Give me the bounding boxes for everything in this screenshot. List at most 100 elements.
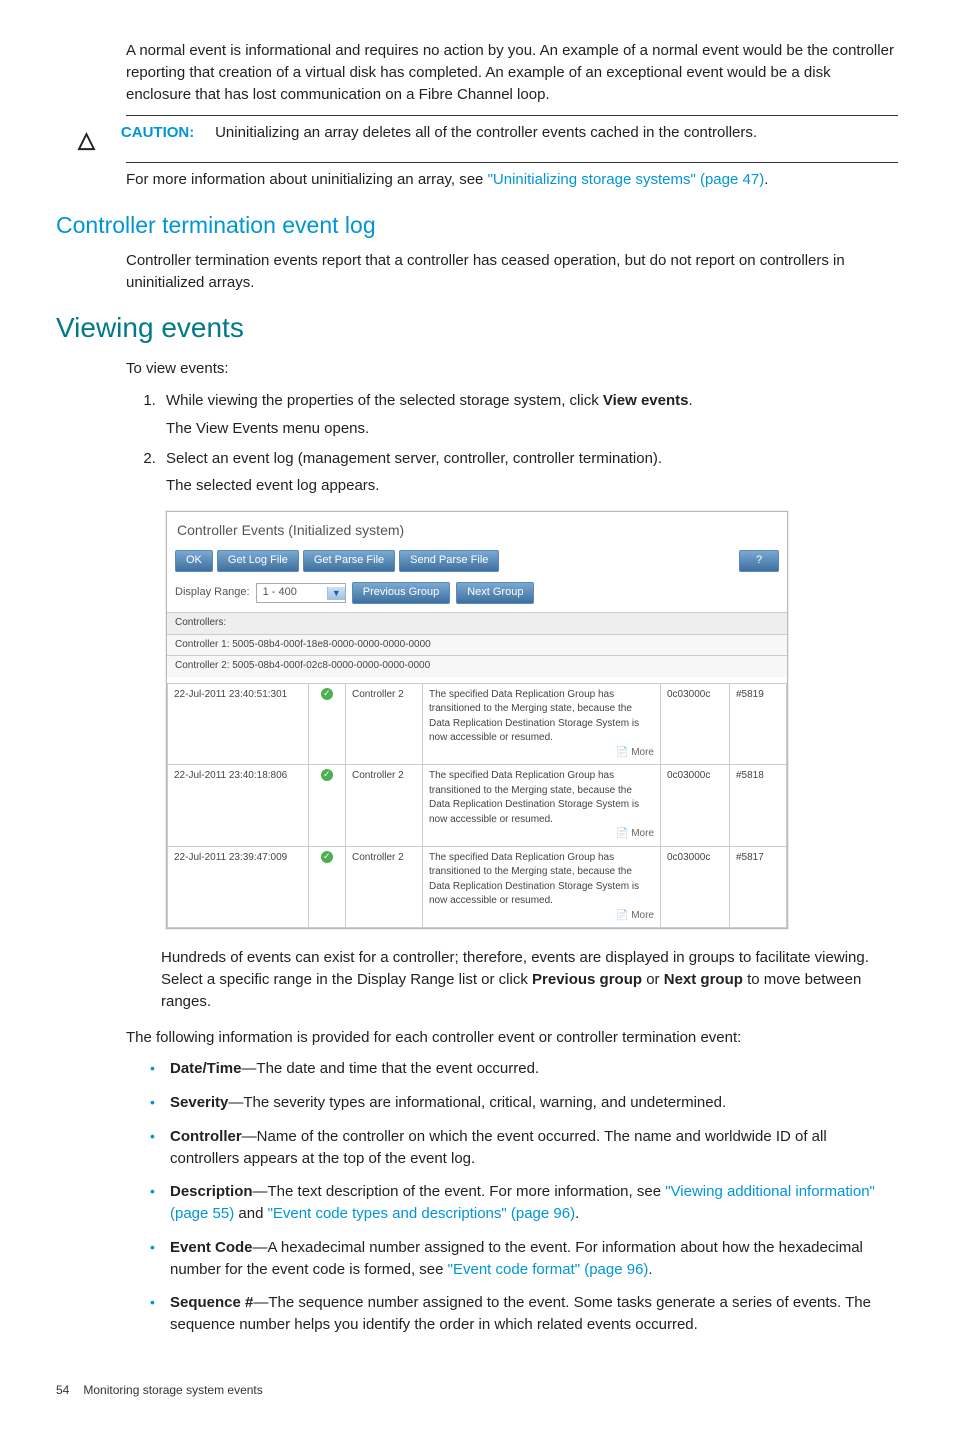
heading-controller-termination-event-log: Controller termination event log <box>56 209 898 242</box>
viewing-lead: To view events: <box>126 358 898 380</box>
chevron-down-icon: ▼ <box>327 587 345 600</box>
text: . <box>648 1261 652 1278</box>
divider <box>126 162 898 163</box>
get-log-file-button[interactable]: Get Log File <box>217 550 299 572</box>
cell-code: 0c03000c <box>661 846 730 928</box>
ok-icon <box>321 688 333 700</box>
step-1: While viewing the properties of the sele… <box>160 390 898 440</box>
next-group-button[interactable]: Next Group <box>456 582 534 604</box>
after-shot-paragraph-1: Hundreds of events can exist for a contr… <box>161 947 898 1012</box>
caution-block: △ CAUTION: Uninitializing an array delet… <box>78 122 898 156</box>
cell-description: The specified Data Replication Group has… <box>423 846 661 928</box>
cell-status <box>309 765 346 847</box>
field-label: Description <box>170 1183 253 1200</box>
ok-button[interactable]: OK <box>175 550 213 572</box>
table-row: 22-Jul-2011 23:40:18:806 Controller 2 Th… <box>168 765 787 847</box>
cell-code: 0c03000c <box>661 765 730 847</box>
ctel-paragraph: Controller termination events report tha… <box>126 250 898 294</box>
table-row: 22-Jul-2011 23:40:51:301 Controller 2 Th… <box>168 683 787 765</box>
cell-status <box>309 846 346 928</box>
list-item: Event Code—A hexadecimal number assigned… <box>146 1237 898 1281</box>
field-text: —The text description of the event. For … <box>253 1183 666 1200</box>
step-2: Select an event log (management server, … <box>160 448 898 498</box>
text: More <box>631 910 654 921</box>
more-link[interactable]: 📄 More <box>429 746 654 761</box>
more-link[interactable]: 📄 More <box>429 827 654 842</box>
caution-icon: △ <box>78 124 95 156</box>
field-label: Date/Time <box>170 1060 241 1077</box>
caution-text: Uninitializing an array deletes all of t… <box>215 124 757 141</box>
events-table: 22-Jul-2011 23:40:51:301 Controller 2 Th… <box>167 683 787 929</box>
cell-controller: Controller 2 <box>346 683 423 765</box>
cell-controller: Controller 2 <box>346 765 423 847</box>
text: or <box>642 971 664 988</box>
field-text: —The severity types are informational, c… <box>228 1094 726 1111</box>
send-parse-file-button[interactable]: Send Parse File <box>399 550 499 572</box>
ok-icon <box>321 851 333 863</box>
cell-seq: #5819 <box>730 683 787 765</box>
event-code-format-link[interactable]: "Event code format" (page 96) <box>448 1261 649 1278</box>
display-range-select[interactable]: 1 - 400 ▼ <box>256 583 346 603</box>
footer-title: Monitoring storage system events <box>83 1383 262 1397</box>
ok-icon <box>321 769 333 781</box>
list-item: Date/Time—The date and time that the eve… <box>146 1058 898 1080</box>
field-label: Controller <box>170 1128 242 1145</box>
cell-timestamp: 22-Jul-2011 23:40:51:301 <box>168 683 309 765</box>
divider <box>126 115 898 116</box>
text: . <box>688 392 692 409</box>
field-text: —The date and time that the event occurr… <box>241 1060 539 1077</box>
cell-seq: #5818 <box>730 765 787 847</box>
display-range-label: Display Range: <box>175 585 250 601</box>
controller-1-row: Controller 1: 5005-08b4-000f-18e8-0000-0… <box>167 634 787 656</box>
display-range-row: Display Range: 1 - 400 ▼ Previous Group … <box>167 578 787 612</box>
after-shot-paragraph-2: The following information is provided fo… <box>126 1027 898 1049</box>
screenshot-title: Controller Events (Initialized system) <box>167 512 787 548</box>
heading-viewing-events: Viewing events <box>56 308 898 349</box>
event-code-types-link[interactable]: "Event code types and descriptions" (pag… <box>268 1205 576 1222</box>
controllers-label: Controllers: <box>167 612 787 634</box>
more-link[interactable]: 📄 More <box>429 909 654 924</box>
list-item: Description—The text description of the … <box>146 1181 898 1225</box>
caution-label: CAUTION: <box>121 124 194 141</box>
text: . <box>764 171 768 188</box>
cell-description: The specified Data Replication Group has… <box>423 683 661 765</box>
step-2-sub: The selected event log appears. <box>166 475 898 497</box>
uninitializing-link[interactable]: "Uninitializing storage systems" (page 4… <box>488 171 765 188</box>
field-text: —Name of the controller on which the eve… <box>170 1128 827 1167</box>
list-item: Sequence #—The sequence number assigned … <box>146 1292 898 1336</box>
list-item: Controller—Name of the controller on whi… <box>146 1126 898 1170</box>
field-text: —The sequence number assigned to the eve… <box>170 1294 871 1333</box>
post-caution-paragraph: For more information about uninitializin… <box>126 169 898 191</box>
text: The specified Data Replication Group has… <box>429 770 639 825</box>
controller-events-screenshot: Controller Events (Initialized system) O… <box>166 511 788 929</box>
text: The specified Data Replication Group has… <box>429 852 639 907</box>
cell-timestamp: 22-Jul-2011 23:40:18:806 <box>168 765 309 847</box>
screenshot-toolbar: OK Get Log File Get Parse File Send Pars… <box>167 548 787 578</box>
previous-group-button[interactable]: Previous Group <box>352 582 450 604</box>
cell-seq: #5817 <box>730 846 787 928</box>
cell-description: The specified Data Replication Group has… <box>423 765 661 847</box>
table-row: 22-Jul-2011 23:39:47:009 Controller 2 Th… <box>168 846 787 928</box>
list-item: Severity—The severity types are informat… <box>146 1092 898 1114</box>
text: While viewing the properties of the sele… <box>166 392 603 409</box>
text: The specified Data Replication Group has… <box>429 689 639 744</box>
steps-list: While viewing the properties of the sele… <box>160 390 898 497</box>
cell-code: 0c03000c <box>661 683 730 765</box>
page-footer: 54 Monitoring storage system events <box>56 1382 898 1399</box>
get-parse-file-button[interactable]: Get Parse File <box>303 550 395 572</box>
cell-controller: Controller 2 <box>346 846 423 928</box>
view-events-bold: View events <box>603 392 689 409</box>
field-label: Severity <box>170 1094 228 1111</box>
help-button[interactable]: ? <box>739 550 779 572</box>
cell-timestamp: 22-Jul-2011 23:39:47:009 <box>168 846 309 928</box>
next-group-bold: Next group <box>664 971 743 988</box>
text: More <box>631 747 654 758</box>
text: Select an event log (management server, … <box>166 450 662 467</box>
text: For more information about uninitializin… <box>126 171 488 188</box>
text: . <box>575 1205 579 1222</box>
previous-group-bold: Previous group <box>532 971 642 988</box>
select-value: 1 - 400 <box>257 584 327 602</box>
page-number: 54 <box>56 1382 80 1399</box>
cell-status <box>309 683 346 765</box>
step-1-sub: The View Events menu opens. <box>166 418 898 440</box>
